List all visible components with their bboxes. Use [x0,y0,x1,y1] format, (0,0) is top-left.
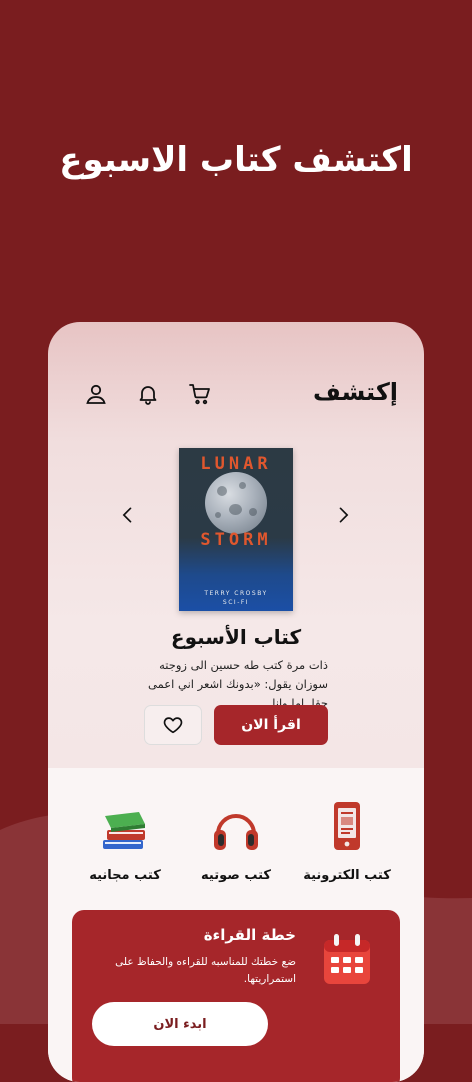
favorite-button[interactable] [144,705,202,745]
cart-icon[interactable] [186,380,214,408]
book-of-week-title: كتاب الأسبوع [170,625,302,649]
previous-arrow-icon[interactable] [115,502,141,528]
categories-section: كتب الكترونية كتب صوتيه كتب مجانيه خطة ا… [48,768,424,1082]
phone-screen: إكتشف LUNAR STORM TERRY CROSBY SCI-FI كت… [48,322,424,1082]
books-stack-icon [103,812,145,849]
hero-title: اكتشف كتاب الاسبوع [59,140,413,180]
app-brand: إكتشف [313,378,398,406]
bell-icon[interactable] [134,380,162,408]
reading-plan-title: خطة القراءة [203,926,296,944]
category-audiobooks[interactable]: كتب صوتيه [181,798,291,883]
calendar-icon [324,934,370,984]
reading-plan-card[interactable]: خطة القراءة ضع خطتك للمناسبه للقراءه وال… [72,910,400,1082]
next-arrow-icon[interactable] [330,502,356,528]
category-free-books[interactable]: كتب مجانيه [70,798,180,883]
heart-icon [163,717,183,734]
category-label: كتب صوتيه [201,868,271,883]
category-label: كتب الكترونية [303,868,391,883]
cover-title-line1: LUNAR [200,454,272,474]
cover-genre: SCI-FI [222,599,250,606]
cover-title-line2: STORM [200,530,272,550]
moon-illustration [205,472,267,534]
category-label: كتب مجانيه [89,868,161,883]
app-header: إكتشف [48,372,424,418]
reading-plan-text: ضع خطتك للمناسبه للقراءه والحفاظ على است… [115,956,296,985]
headphones-icon [214,814,258,850]
ebook-icon [334,802,360,850]
start-now-button[interactable]: ابدء الان [92,1002,268,1046]
category-ebooks[interactable]: كتب الكترونية [292,798,402,883]
read-now-button[interactable]: اقرأ الان [214,705,328,745]
cover-author: TERRY CROSBY [204,590,268,597]
user-icon[interactable] [82,380,110,408]
book-cover[interactable]: LUNAR STORM TERRY CROSBY SCI-FI [179,448,293,611]
